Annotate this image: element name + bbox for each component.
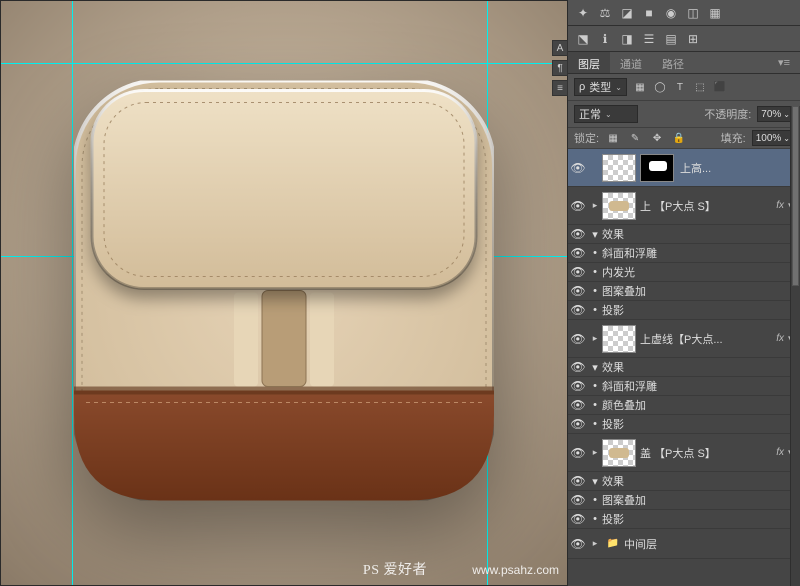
visibility-toggle[interactable]: 👁 bbox=[568, 446, 588, 460]
layer-row[interactable]: 👁 ▸ 盖 【P大点 S】 fx ▾ bbox=[568, 434, 800, 472]
visibility-toggle[interactable]: 👁 bbox=[568, 537, 588, 551]
color-icon[interactable]: ■ bbox=[642, 6, 656, 20]
blend-mode-value: 正常 bbox=[579, 106, 601, 122]
lock-transparent-icon[interactable]: ▦ bbox=[605, 131, 621, 145]
visibility-toggle[interactable]: 👁 bbox=[568, 199, 588, 213]
lock-all-icon[interactable]: 🔒 bbox=[671, 131, 687, 145]
effect-row[interactable]: 👁•颜色叠加 bbox=[568, 396, 800, 415]
effect-row[interactable]: 👁•内发光 bbox=[568, 263, 800, 282]
folder-icon: 📁 bbox=[602, 537, 624, 551]
fx-badge[interactable]: fx bbox=[776, 333, 788, 344]
effect-row[interactable]: 👁•图案叠加 bbox=[568, 282, 800, 301]
opacity-field[interactable]: 70%⌄ bbox=[757, 106, 794, 122]
lock-row: 锁定: ▦ ✎ ✥ 🔒 填充: 100%⌄ bbox=[568, 128, 800, 149]
panel-options-row-2: ⬔ ℹ ◨ ☰ ▤ ⊞ bbox=[568, 26, 800, 52]
layer-name[interactable]: 上高... bbox=[680, 160, 800, 176]
adjustments-icon[interactable]: ◉ bbox=[664, 6, 678, 20]
fx-badge[interactable]: fx bbox=[776, 447, 788, 458]
layer-group-row[interactable]: 👁 ▸ 📁 中间层 bbox=[568, 529, 800, 559]
chevron-down-icon: ⌄ bbox=[605, 110, 612, 119]
effect-row[interactable]: 👁•投影 bbox=[568, 510, 800, 529]
filter-smart-icon[interactable]: ⬛ bbox=[713, 80, 727, 94]
panel-options-row-1: ✦ ⚖ ◪ ■ ◉ ◫ ▦ bbox=[568, 0, 800, 26]
fill-label: 填充: bbox=[721, 130, 746, 146]
blend-mode-dropdown[interactable]: 正常 ⌄ bbox=[574, 105, 638, 123]
actions-icon[interactable]: ☰ bbox=[642, 32, 656, 46]
effect-row[interactable]: 👁•斜面和浮雕 bbox=[568, 244, 800, 263]
lock-label: 锁定: bbox=[574, 130, 599, 146]
artwork-icon bbox=[74, 81, 494, 506]
dock-button-character[interactable]: A bbox=[552, 40, 568, 56]
layer-twisty[interactable]: ▸ bbox=[588, 200, 602, 211]
effect-row[interactable]: 👁•投影 bbox=[568, 301, 800, 320]
tab-channels[interactable]: 通道 bbox=[610, 52, 652, 73]
ruler-guide-vertical[interactable] bbox=[72, 1, 73, 585]
fx-badge[interactable]: fx bbox=[776, 200, 788, 211]
visibility-toggle[interactable]: 👁 bbox=[568, 161, 588, 175]
layer-thumb[interactable] bbox=[602, 154, 636, 182]
ruler-guide-horizontal[interactable] bbox=[1, 63, 567, 64]
lock-position-icon[interactable]: ✥ bbox=[649, 131, 665, 145]
dock-button-more[interactable]: ≡ bbox=[552, 80, 568, 96]
layer-name[interactable]: 中间层 bbox=[624, 536, 800, 552]
fill-field[interactable]: 100%⌄ bbox=[752, 130, 794, 146]
filter-type-label: 类型 bbox=[589, 79, 611, 95]
effect-row[interactable]: 👁▾效果 bbox=[568, 472, 800, 491]
tab-layers[interactable]: 图层 bbox=[568, 52, 610, 73]
effect-row[interactable]: 👁▾效果 bbox=[568, 225, 800, 244]
effect-row[interactable]: 👁▾效果 bbox=[568, 358, 800, 377]
properties-icon[interactable]: ▦ bbox=[708, 6, 722, 20]
filter-adjust-icon[interactable]: ◯ bbox=[653, 80, 667, 94]
layer-thumb[interactable] bbox=[602, 325, 636, 353]
layer-row[interactable]: 👁 上高... bbox=[568, 149, 800, 187]
opacity-label: 不透明度: bbox=[704, 106, 751, 122]
layer-list[interactable]: 👁 上高... 👁 ▸ 上 【P大点 S】 fx ▾ 👁▾效果 👁•斜面和浮雕 … bbox=[568, 149, 800, 586]
visibility-toggle[interactable]: 👁 bbox=[568, 332, 588, 346]
layer-list-scrollbar[interactable] bbox=[790, 106, 800, 586]
panel-column: A ¶ ≡ ✦ ⚖ ◪ ■ ◉ ◫ ▦ ⬔ ℹ ◨ ☰ ▤ ⊞ 图层 通道 路径… bbox=[568, 0, 800, 586]
scrollbar-thumb[interactable] bbox=[792, 106, 799, 286]
dock-button-paragraph[interactable]: ¶ bbox=[552, 60, 568, 76]
layer-thumb[interactable] bbox=[602, 192, 636, 220]
histogram-icon[interactable]: ⬔ bbox=[576, 32, 590, 46]
info-icon[interactable]: ℹ bbox=[598, 32, 612, 46]
layer-twisty[interactable]: ▸ bbox=[588, 447, 602, 458]
layer-name[interactable]: 盖 【P大点 S】 bbox=[640, 445, 776, 461]
layer-name[interactable]: 上虚线【P大点... bbox=[640, 331, 776, 347]
tab-paths[interactable]: 路径 bbox=[652, 52, 694, 73]
filter-type-dropdown[interactable]: ρ 类型 ⌄ bbox=[574, 78, 627, 96]
swatches-icon[interactable]: ◪ bbox=[620, 6, 634, 20]
history-icon[interactable]: ▤ bbox=[664, 32, 678, 46]
layer-twisty[interactable]: ▸ bbox=[588, 333, 602, 344]
navigator-icon[interactable]: ◨ bbox=[620, 32, 634, 46]
chevron-down-icon: ⌄ bbox=[615, 83, 622, 92]
layer-thumb[interactable] bbox=[602, 439, 636, 467]
canvas-area[interactable]: PS 爱好者 www.psahz.com bbox=[0, 0, 568, 586]
lock-pixels-icon[interactable]: ✎ bbox=[627, 131, 643, 145]
layer-filter-row: ρ 类型 ⌄ ▦ ◯ T ⬚ ⬛ bbox=[568, 74, 800, 101]
watermark-url: www.psahz.com bbox=[472, 563, 559, 577]
collapsed-panel-dock: A ¶ ≡ bbox=[552, 40, 568, 96]
layer-twisty[interactable]: ▸ bbox=[588, 538, 602, 549]
layer-row[interactable]: 👁 ▸ 上虚线【P大点... fx ▾ bbox=[568, 320, 800, 358]
styles-icon[interactable]: ◫ bbox=[686, 6, 700, 20]
watermark-logo: PS 爱好者 bbox=[363, 559, 427, 579]
libraries-icon[interactable]: ⚖ bbox=[598, 6, 612, 20]
essentials-icon[interactable]: ✦ bbox=[576, 6, 590, 20]
layers-icon-small[interactable]: ⊞ bbox=[686, 32, 700, 46]
layer-mask-thumb[interactable] bbox=[640, 154, 674, 182]
layer-name[interactable]: 上 【P大点 S】 bbox=[640, 198, 776, 214]
filter-text-icon[interactable]: T bbox=[673, 80, 687, 94]
filter-shape-icon[interactable]: ⬚ bbox=[693, 80, 707, 94]
filter-pixel-icon[interactable]: ▦ bbox=[633, 80, 647, 94]
panel-tabs: 图层 通道 路径 ▾≡ bbox=[568, 52, 800, 74]
layer-row[interactable]: 👁 ▸ 上 【P大点 S】 fx ▾ bbox=[568, 187, 800, 225]
effect-row[interactable]: 👁•投影 bbox=[568, 415, 800, 434]
blend-mode-row: 正常 ⌄ 不透明度: 70%⌄ bbox=[568, 101, 800, 128]
panel-menu-button[interactable]: ▾≡ bbox=[768, 52, 800, 73]
effect-row[interactable]: 👁•图案叠加 bbox=[568, 491, 800, 510]
effect-row[interactable]: 👁•斜面和浮雕 bbox=[568, 377, 800, 396]
